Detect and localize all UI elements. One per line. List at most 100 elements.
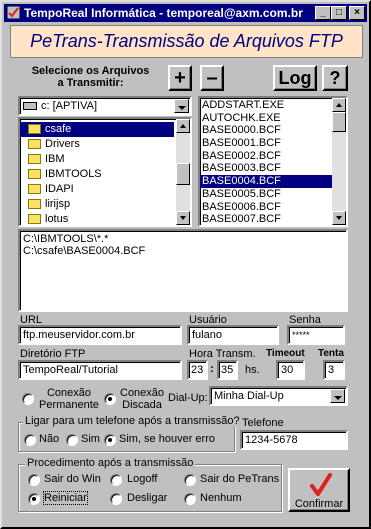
folder-rows: csafe Drivers IBM IBMTOOLS IDAPI lirijsp lotus [20,119,174,225]
ligar-sim-erro-label[interactable]: Sim, se houver erro [119,433,215,445]
folder-icon [28,154,41,165]
folder-icon [28,124,41,135]
proc-logoff-label[interactable]: Logoff [127,473,157,485]
folder-scrollbar[interactable] [176,119,190,225]
help-button[interactable]: ? [322,65,348,91]
folder-scroll-up[interactable] [176,119,190,133]
conexao-permanente-line1: Conexão [46,387,91,399]
remove-file-button[interactable]: – [200,65,224,91]
file-scroll-up[interactable] [332,98,346,112]
conexao-discada-line2: Discada [122,399,162,411]
proc-sair-win-radio[interactable] [28,474,40,486]
proc-sair-petrans-radio[interactable] [184,474,196,486]
proc-reiniciar-label[interactable]: Reiniciar [43,491,88,505]
procedimento-group [18,464,282,512]
selected-file-item[interactable]: C:\IBMTOOLS\*.* [23,233,343,245]
hora-minutes-input[interactable]: 35 [217,360,238,380]
proc-desligar-radio[interactable] [110,493,122,505]
file-scroll-down[interactable] [332,211,346,225]
file-list[interactable]: ADDSTART.EXE AUTOCHK.EXE BASE0000.BCF BASE0… [198,96,348,227]
folder-item-label: lotus [45,213,69,225]
select-files-label-line1: Selecione os Arquivos [31,65,150,77]
proc-sair-petrans-label[interactable]: Sair do PeTrans [200,473,279,485]
drive-dropdown-button[interactable] [174,99,189,113]
dialup-select[interactable]: Minha Dial-Up [209,386,348,406]
timeout-label: Timeout [266,348,305,359]
file-scrollbar[interactable] [332,98,346,225]
window-title: TempoReal Informática - temporeal@axm.co… [24,6,303,20]
file-item[interactable]: BASE0002.BCF [200,150,332,163]
minimize-button[interactable]: _ [315,6,331,20]
folder-item-label: IBMTOOLS [45,168,102,180]
folder-icon [28,169,41,180]
maximize-button[interactable]: □ [331,6,347,20]
conexao-permanente-line2: Permanente [39,399,99,411]
folder-scroll-down[interactable] [176,211,190,225]
conexao-discada-radio[interactable] [104,393,116,405]
proc-nenhum-radio[interactable] [184,493,196,505]
diretorio-input[interactable]: TempoReal/Tutorial [18,360,182,380]
telefone-input[interactable]: 1234-5678 [240,430,348,450]
main-window: TempoReal Informática - temporeal@axm.co… [0,0,371,529]
file-item[interactable]: BASE0001.BCF [200,137,332,150]
folder-item[interactable]: IDAPI [20,182,174,197]
hora-unit: hs. [245,364,260,376]
folder-item[interactable]: IBMTOOLS [20,167,174,182]
folder-item-label: Drivers [45,138,80,150]
senha-input[interactable]: ***** [287,325,345,345]
folder-icon [28,184,41,195]
timeout-input[interactable]: 30 [276,360,305,380]
confirm-button[interactable]: Confirmar [288,468,350,512]
dialup-dropdown-button[interactable] [330,389,345,403]
dialup-label: Dial-Up: [168,392,208,404]
procedimento-legend: Procedimento após a transmissão [25,457,196,469]
folder-list[interactable]: csafe Drivers IBM IBMTOOLS IDAPI lirijsp lotus [18,117,192,227]
folder-item[interactable]: IBM [20,152,174,167]
title-bar[interactable]: TempoReal Informática - temporeal@axm.co… [4,4,367,22]
file-item[interactable]: AUTOCHK.EXE [200,112,332,125]
close-button[interactable]: × [349,6,365,20]
file-item[interactable]: BASE0004.BCF [200,175,332,188]
ligar-sim-radio[interactable] [66,434,78,446]
ligar-sim-erro-radio[interactable] [104,434,116,446]
ligar-nao-label[interactable]: Não [39,433,59,445]
proc-reiniciar-radio[interactable] [28,493,40,505]
proc-desligar-label[interactable]: Desligar [127,492,167,504]
app-banner: PeTrans-Transmissão de Arquivos FTP [10,25,363,58]
folder-icon [28,214,41,225]
log-button[interactable]: Log [273,65,317,91]
selected-files-list[interactable]: C:\IBMTOOLS\*.* C:\csafe\BASE0004.BCF [18,229,348,312]
conexao-permanente-radio[interactable] [22,393,34,405]
folder-item[interactable]: csafe [20,122,174,137]
hora-hours-input[interactable]: 23 [187,360,208,380]
file-item[interactable]: BASE0007.BCF [200,213,332,225]
ligar-sim-label[interactable]: Sim [81,433,100,445]
url-input[interactable]: ftp.meuservidor.com.br [18,325,182,345]
file-item[interactable]: BASE0003.BCF [200,162,332,175]
confirm-label: Confirmar [294,498,344,510]
app-icon [7,6,20,19]
file-item[interactable]: BASE0006.BCF [200,201,332,214]
add-file-button[interactable]: + [168,65,192,91]
proc-logoff-radio[interactable] [110,474,122,486]
folder-item[interactable]: lirijsp [20,197,174,212]
drive-select[interactable]: c: [APTIVA] [18,96,192,116]
proc-sair-win-label[interactable]: Sair do Win [44,473,101,485]
conexao-discada-label[interactable]: Conexão Discada [120,387,164,411]
file-item[interactable]: BASE0000.BCF [200,124,332,137]
conexao-permanente-label[interactable]: Conexão Permanente [39,387,99,411]
folder-item[interactable]: lotus [20,212,174,225]
drive-value: c: [APTIVA] [41,100,98,112]
file-item[interactable]: BASE0005.BCF [200,188,332,201]
folder-item[interactable]: Drivers [20,137,174,152]
ligar-nao-radio[interactable] [24,434,36,446]
conexao-discada-line1: Conexão [120,387,165,399]
folder-icon [28,139,41,150]
file-scroll-thumb[interactable] [332,112,346,132]
folder-scroll-thumb[interactable] [176,163,190,185]
usuario-input[interactable]: fulano [187,325,279,345]
selected-file-item[interactable]: C:\csafe\BASE0004.BCF [23,245,343,257]
file-item[interactable]: ADDSTART.EXE [200,99,332,112]
proc-nenhum-label[interactable]: Nenhum [200,492,242,504]
tentativas-input[interactable]: 3 [323,360,345,380]
